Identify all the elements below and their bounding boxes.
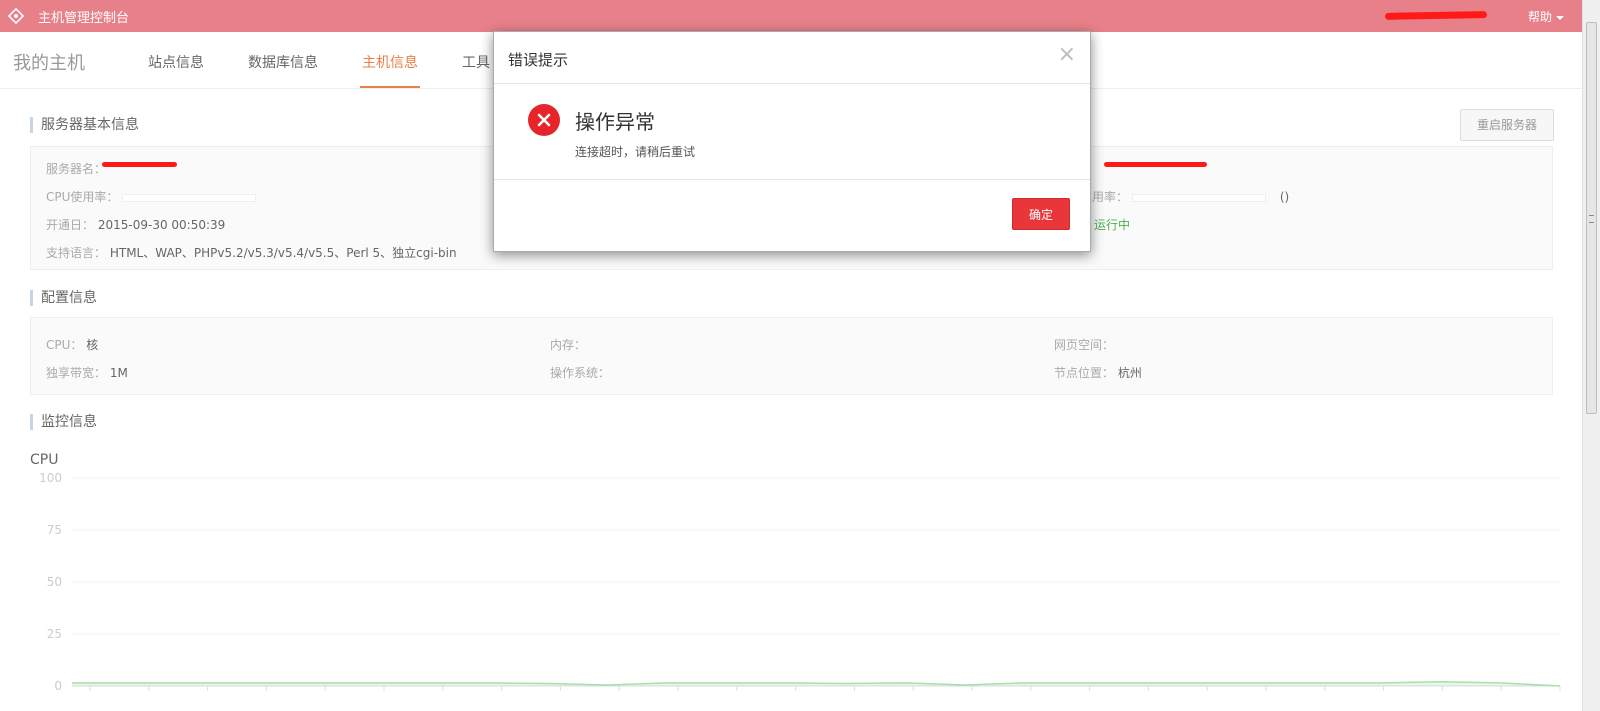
cpu-chart: 100 75 50 25 0 bbox=[39, 472, 1561, 693]
redacted-username bbox=[1384, 11, 1488, 20]
modal-body: 操作异常 连接超时，请稍后重试 bbox=[494, 84, 1090, 180]
webspace-label: 网页空间： bbox=[1054, 338, 1115, 352]
y-tick-label: 75 bbox=[47, 523, 62, 537]
active-tab-indicator bbox=[360, 86, 420, 88]
section-title-basic-info: 服务器基本信息 bbox=[30, 117, 139, 133]
languages-field: 支持语言： HTML、WAP、PHPv5.2/v5.3/v5.4/v5.5、Pe… bbox=[46, 244, 457, 261]
webspace-field: 网页空间： bbox=[1054, 336, 1114, 353]
chevron-down-icon bbox=[1556, 15, 1565, 20]
close-icon[interactable]: × bbox=[1058, 44, 1076, 66]
error-message: 连接超时，请稍后重试 bbox=[575, 145, 696, 159]
node-label: 节点位置： bbox=[1054, 366, 1115, 380]
memory-label: 内存： bbox=[550, 338, 587, 352]
error-modal: 错误提示 × 操作异常 连接超时，请稍后重试 确定 bbox=[493, 31, 1091, 252]
tab-tools[interactable]: 工具 bbox=[462, 52, 490, 72]
top-bar: 主机管理控制台 帮助 bbox=[0, 0, 1582, 32]
open-date-label: 开通日： bbox=[46, 218, 95, 232]
error-heading: 操作异常 bbox=[575, 110, 655, 134]
cpu-config-value: 核 bbox=[86, 338, 99, 352]
help-label: 帮助 bbox=[1528, 10, 1553, 24]
page-title: 我的主机 bbox=[13, 53, 85, 74]
cpu-usage-field: CPU使用率： bbox=[46, 188, 257, 205]
status-field: 运行中 bbox=[1094, 216, 1130, 233]
tab-host-info[interactable]: 主机信息 bbox=[362, 52, 418, 72]
modal-header: 错误提示 × bbox=[494, 32, 1090, 84]
scrollbar-thumb[interactable] bbox=[1586, 22, 1597, 414]
languages-label: 支持语言： bbox=[46, 246, 107, 260]
bandwidth-value: 1M bbox=[109, 366, 128, 380]
modal-title: 错误提示 bbox=[508, 51, 569, 69]
app-title: 主机管理控制台 bbox=[38, 10, 130, 26]
y-tick-label: 25 bbox=[47, 627, 62, 641]
bandwidth-label: 独享带宽： bbox=[46, 366, 107, 380]
server-name-field: 服务器名： bbox=[46, 160, 106, 177]
languages-value: HTML、WAP、PHPv5.2/v5.3/v5.4/v5.5、Perl 5、独… bbox=[109, 246, 457, 260]
usage-label: 用率： bbox=[1092, 190, 1129, 204]
section-title-config-info: 配置信息 bbox=[30, 290, 97, 306]
ok-button[interactable]: 确定 bbox=[1012, 198, 1070, 230]
y-tick-label: 100 bbox=[39, 472, 62, 485]
server-name-label: 服务器名： bbox=[46, 162, 107, 176]
y-tick-label: 0 bbox=[54, 679, 62, 693]
redacted-server-name bbox=[102, 162, 177, 167]
y-tick-label: 50 bbox=[47, 575, 62, 589]
cpu-usage-label: CPU使用率： bbox=[46, 190, 119, 204]
chart-title: CPU bbox=[30, 452, 59, 468]
usage-value: () bbox=[1279, 190, 1290, 204]
vertical-scrollbar[interactable] bbox=[1582, 0, 1600, 711]
node-field: 节点位置： 杭州 bbox=[1054, 364, 1142, 381]
config-info-panel bbox=[30, 317, 1553, 395]
status-value: 运行中 bbox=[1094, 218, 1131, 232]
memory-field: 内存： bbox=[550, 336, 586, 353]
open-date-value: 2015-09-30 00:50:39 bbox=[97, 218, 226, 232]
node-value: 杭州 bbox=[1117, 366, 1142, 380]
section-title-monitor: 监控信息 bbox=[30, 414, 97, 430]
usage-bar bbox=[1132, 193, 1267, 202]
os-label: 操作系统： bbox=[550, 366, 611, 380]
cpu-config-field: CPU： 核 bbox=[46, 336, 98, 353]
error-icon bbox=[528, 104, 560, 136]
cpu-usage-bar bbox=[122, 193, 257, 202]
restart-server-button[interactable]: 重启服务器 bbox=[1460, 109, 1554, 141]
cpu-config-label: CPU： bbox=[46, 338, 83, 352]
app-logo-icon[interactable] bbox=[0, 0, 32, 32]
bandwidth-field: 独享带宽： 1M bbox=[46, 364, 128, 381]
help-menu[interactable]: 帮助 bbox=[1528, 8, 1565, 25]
tab-site-info[interactable]: 站点信息 bbox=[148, 52, 204, 72]
os-field: 操作系统： bbox=[550, 364, 610, 381]
redacted-ip-address bbox=[1104, 162, 1207, 167]
open-date-field: 开通日： 2015-09-30 00:50:39 bbox=[46, 216, 225, 233]
tab-database-info[interactable]: 数据库信息 bbox=[248, 52, 318, 72]
usage-field: 用率： () bbox=[1092, 188, 1289, 205]
